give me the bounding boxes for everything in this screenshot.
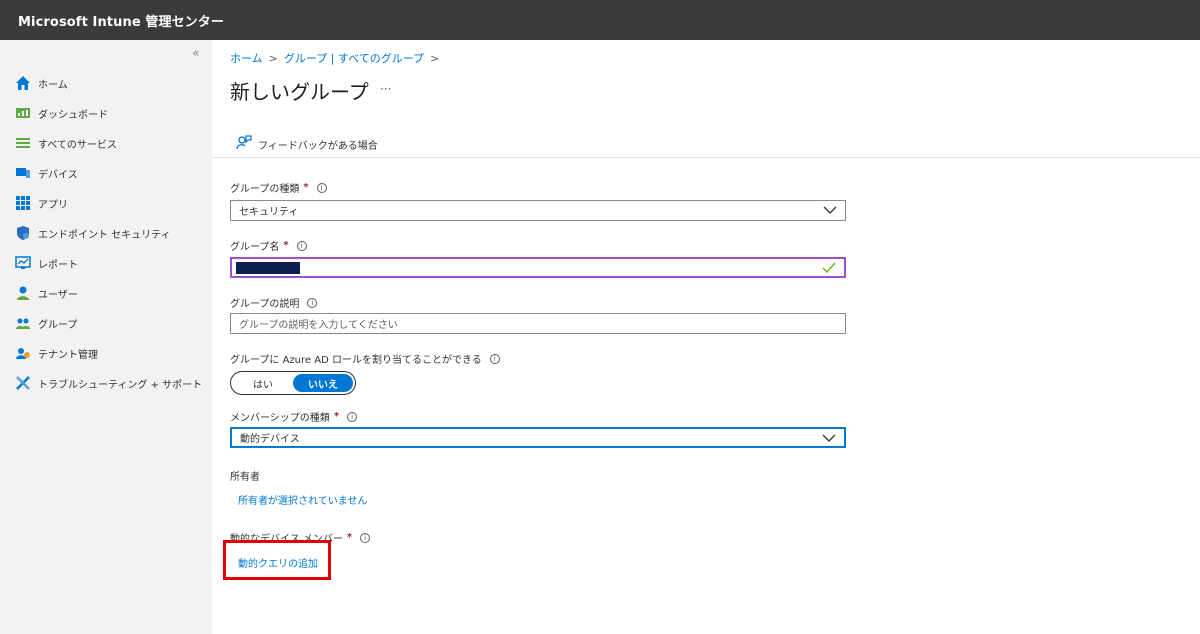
feedback-button[interactable]: フィードバックがある場合	[236, 134, 378, 154]
sidebar-item-label: ダッシュボード	[38, 109, 108, 121]
required-marker: *	[303, 182, 309, 193]
sidebar-item-label: デバイス	[38, 169, 78, 181]
toggle-yes-option[interactable]: はい	[233, 374, 293, 392]
group-name-label: グループ名 * i	[230, 238, 307, 253]
owner-label: 所有者	[230, 472, 260, 483]
info-icon[interactable]: i	[489, 353, 500, 364]
sidebar-item-label: テナント管理	[38, 349, 98, 361]
sidebar-item-label: すべてのサービス	[38, 139, 117, 151]
sidebar-item-label: グループ	[38, 319, 78, 331]
breadcrumb: ホーム > グループ | すべてのグループ >	[230, 50, 439, 66]
sidebar-item-apps[interactable]: アプリ	[0, 188, 212, 218]
sidebar-item-devices[interactable]: デバイス	[0, 158, 212, 188]
info-icon[interactable]: i	[347, 411, 358, 422]
home-icon	[15, 75, 31, 91]
sidebar-item-label: アプリ	[38, 199, 68, 211]
main-content: ホーム > グループ | すべてのグループ > 新しいグループ ··· フィード…	[212, 40, 1200, 634]
chevron-down-icon	[822, 433, 836, 446]
app-title[interactable]: Microsoft Intune 管理センター	[18, 11, 224, 30]
membership-type-dropdown[interactable]: 動的デバイス	[230, 427, 846, 448]
azure-ad-role-toggle[interactable]: はい いいえ	[230, 371, 356, 395]
sidebar-item-tenant-admin[interactable]: テナント管理	[0, 338, 212, 368]
sidebar-item-endpoint-security[interactable]: エンドポイント セキュリティ	[0, 218, 212, 248]
breadcrumb-separator: >	[430, 51, 440, 65]
breadcrumb-groups-link[interactable]: グループ | すべてのグループ	[284, 50, 424, 66]
group-name-input[interactable]	[230, 257, 846, 278]
more-options-button[interactable]: ···	[380, 82, 391, 96]
sidebar-item-label: トラブルシューティング + サポート	[38, 379, 203, 391]
sidebar-item-troubleshooting[interactable]: トラブルシューティング + サポート	[0, 368, 212, 398]
required-marker: *	[283, 240, 289, 251]
sidebar-item-label: レポート	[38, 259, 78, 271]
sidebar-item-all-services[interactable]: すべてのサービス	[0, 128, 212, 158]
shield-icon	[15, 225, 31, 241]
tenant-icon	[15, 345, 31, 361]
required-marker: *	[333, 411, 340, 422]
sidebar: « ホーム ダッシュボード すべてのサービス デバイス アプリ エンドポイント …	[0, 40, 212, 634]
troubleshoot-icon	[15, 375, 31, 391]
highlight-box	[223, 540, 331, 580]
info-icon[interactable]: i	[307, 297, 318, 308]
sidebar-item-home[interactable]: ホーム	[0, 68, 212, 98]
sidebar-item-label: ユーザー	[38, 289, 78, 301]
group-description-label-text: グループの説明	[230, 299, 300, 310]
owner-select-link[interactable]: 所有者が選択されていません	[238, 492, 367, 507]
sidebar-item-label: ホーム	[38, 79, 68, 91]
sidebar-item-groups[interactable]: グループ	[0, 308, 212, 338]
feedback-label: フィードバックがある場合	[258, 140, 378, 152]
sidebar-item-dashboard[interactable]: ダッシュボード	[0, 98, 212, 128]
sidebar-item-label: エンドポイント セキュリティ	[38, 229, 171, 241]
sidebar-nav: ホーム ダッシュボード すべてのサービス デバイス アプリ エンドポイント セキ…	[0, 68, 212, 398]
toggle-no-option[interactable]: いいえ	[293, 374, 353, 392]
sidebar-item-reports[interactable]: レポート	[0, 248, 212, 278]
chevron-down-icon	[823, 205, 837, 218]
checkmark-icon	[822, 262, 836, 277]
page-title: 新しいグループ	[230, 80, 369, 104]
info-icon[interactable]: i	[360, 532, 371, 543]
redacted-value	[236, 261, 300, 274]
group-type-label: グループの種類 * i	[230, 180, 327, 195]
group-type-label-text: グループの種類	[230, 184, 300, 195]
group-type-value: セキュリティ	[239, 207, 299, 218]
breadcrumb-home-link[interactable]: ホーム	[230, 50, 263, 66]
group-type-dropdown[interactable]: セキュリティ	[230, 200, 846, 221]
group-name-label-text: グループ名	[230, 242, 280, 253]
user-icon	[15, 285, 31, 301]
feedback-icon	[236, 134, 252, 154]
membership-type-label-text: メンバーシップの種類	[230, 413, 330, 424]
group-description-placeholder: グループの説明を入力してください	[239, 320, 398, 331]
required-marker: *	[346, 532, 353, 543]
info-icon[interactable]: i	[316, 182, 327, 193]
membership-type-label: メンバーシップの種類 * i	[230, 409, 358, 424]
apps-grid-icon	[15, 195, 31, 211]
top-bar: Microsoft Intune 管理センター	[0, 0, 1200, 40]
sidebar-item-users[interactable]: ユーザー	[0, 278, 212, 308]
list-icon	[15, 135, 31, 151]
group-description-input[interactable]: グループの説明を入力してください	[230, 313, 846, 334]
report-icon	[15, 255, 31, 271]
membership-type-value: 動的デバイス	[240, 434, 300, 445]
group-description-label: グループの説明 i	[230, 295, 318, 310]
breadcrumb-separator: >	[268, 51, 278, 65]
group-icon	[15, 315, 31, 331]
dashboard-icon	[15, 105, 31, 121]
collapse-sidebar-button[interactable]: «	[192, 46, 199, 60]
azure-ad-role-label-text: グループに Azure AD ロールを割り当てることができる	[230, 355, 482, 366]
azure-ad-role-label: グループに Azure AD ロールを割り当てることができる i	[230, 351, 500, 366]
info-icon[interactable]: i	[296, 240, 307, 251]
device-icon	[15, 165, 31, 181]
toolbar: フィードバックがある場合	[212, 128, 1200, 158]
